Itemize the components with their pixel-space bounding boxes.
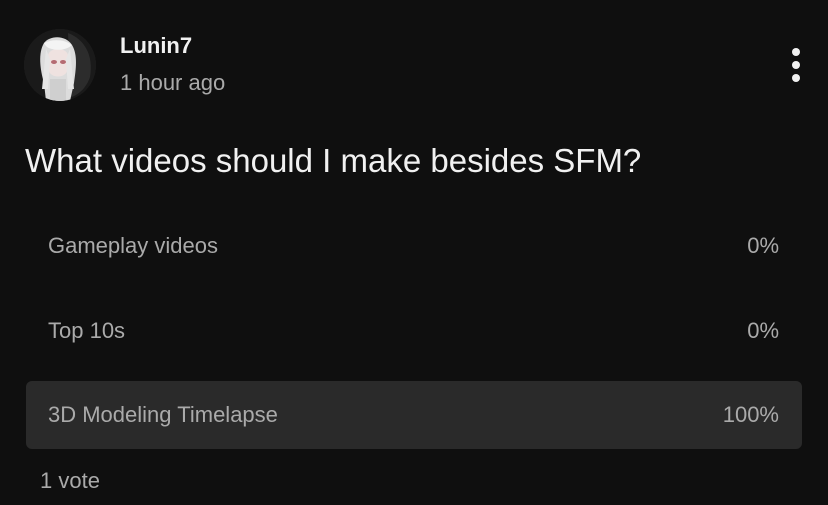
vote-count: 1 vote — [40, 468, 100, 493]
poll-option-percent: 100% — [722, 402, 779, 427]
more-options-button[interactable] — [776, 42, 816, 88]
poll-option-percent: 0% — [747, 233, 779, 258]
poll-option-percent: 0% — [747, 318, 779, 343]
community-post: Lunin7 1 hour ago What videos should I m… — [0, 0, 828, 505]
poll-option[interactable]: Top 10s 0% — [26, 297, 802, 365]
poll-option-label: Top 10s — [48, 318, 126, 343]
poll-option-label: 3D Modeling Timelapse — [48, 402, 278, 427]
poll-option-selected[interactable]: 3D Modeling Timelapse 100% — [26, 381, 802, 449]
avatar-image — [24, 29, 96, 101]
post-timestamp: 1 hour ago — [120, 70, 226, 95]
vertical-ellipsis-icon — [792, 61, 800, 69]
vertical-ellipsis-icon — [792, 48, 800, 56]
poll-question: What videos should I make besides SFM? — [25, 142, 642, 179]
poll-option[interactable]: Gameplay videos 0% — [26, 212, 802, 280]
vertical-ellipsis-icon — [792, 74, 800, 82]
poll-option-label: Gameplay videos — [48, 233, 218, 258]
author-name[interactable]: Lunin7 — [120, 33, 192, 59]
author-avatar[interactable] — [24, 29, 96, 101]
